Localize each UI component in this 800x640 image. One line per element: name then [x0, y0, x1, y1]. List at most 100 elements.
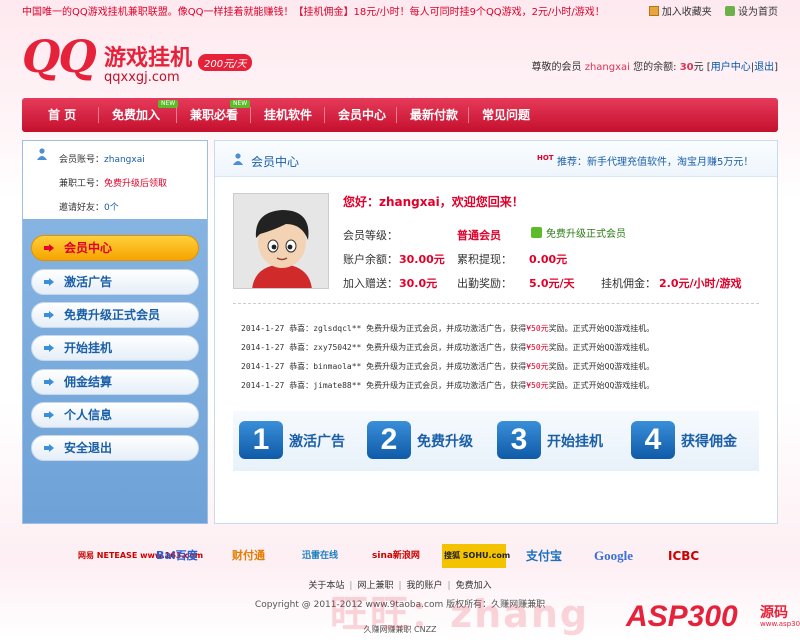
log-user: zxy75042** — [313, 343, 362, 352]
nav-divider — [176, 107, 177, 123]
hot-badge: HOT — [537, 154, 554, 162]
sidebar-item-label: 佣金结算 — [64, 375, 113, 389]
balance-label: 账户余额： — [343, 253, 398, 266]
upgrade-icon — [531, 227, 542, 238]
invite-value[interactable]: 0个 — [104, 203, 119, 213]
person-icon — [233, 153, 243, 165]
favorite-icon — [648, 6, 659, 16]
step-label: 免费升级 — [417, 434, 473, 450]
job-id-value[interactable]: 免费升级后领取 — [104, 179, 167, 189]
nav-divider — [324, 107, 325, 123]
upgrade-link[interactable]: 免费升级正式会员 — [546, 225, 626, 240]
site-logo[interactable]: QQ 游戏挂机 200元/天 qqxxgj.com — [22, 32, 282, 92]
partner-sina-logo[interactable]: sina新浪网 — [372, 544, 420, 568]
arrow-right-icon — [44, 311, 54, 319]
user-center-link[interactable]: 用户中心 — [711, 62, 751, 73]
nav-item-join[interactable]: 免费加入 — [112, 98, 160, 132]
invite-row: 邀请好友：0个 — [59, 200, 119, 213]
nav-divider — [98, 107, 99, 123]
log-text-end: 奖励。正式开始QQ游戏挂机。 — [548, 324, 655, 333]
job-id-label: 兼职工号： — [59, 179, 105, 189]
arrow-right-icon — [44, 378, 54, 386]
add-favorite-label: 加入收藏夹 — [661, 7, 712, 18]
sidebar-item-member-center[interactable]: 会员中心 — [31, 235, 199, 261]
arrow-right-icon — [44, 278, 54, 286]
panel-title: 会员中心 — [251, 155, 300, 169]
nav-divider — [468, 107, 469, 123]
nav-item-member-center[interactable]: 会员中心 — [338, 98, 386, 132]
sidebar-account-info: 会员账号：zhangxai 兼职工号：免费升级后领取 邀请好友：0个 — [23, 141, 207, 219]
new-badge: NEW — [230, 100, 251, 108]
log-text-end: 奖励。正式开始QQ游戏挂机。 — [548, 362, 655, 371]
header-balance: 30 — [679, 62, 694, 73]
logo-name: 游戏挂机 — [104, 46, 193, 71]
set-homepage-link[interactable]: 设为首页 — [725, 6, 778, 18]
nav-item-home[interactable]: 首 页 — [48, 98, 76, 132]
log-amount: ¥50元 — [526, 324, 549, 333]
sidebar-item-label: 激活广告 — [64, 275, 113, 289]
log-date: 2014-1-27 — [241, 381, 285, 390]
step-number: 2 — [367, 421, 411, 459]
sidebar-item-commission[interactable]: 佣金结算 — [31, 369, 199, 395]
sidebar-item-label: 开始挂机 — [64, 341, 113, 355]
watermark: 旺旺：zhang — [330, 592, 590, 636]
log-user: binmaola** — [313, 362, 362, 371]
log-entry: 2014-1-27 恭喜：zglsdqcl** 免费升级为正式会员，并成功激活广… — [241, 323, 654, 334]
log-text: 免费升级为正式会员，并成功激活广告，获得 — [361, 362, 527, 371]
step-number: 1 — [239, 421, 283, 459]
account-row: 会员账号：zhangxai — [59, 152, 145, 165]
arrow-right-icon — [44, 411, 54, 419]
log-date: 2014-1-27 — [241, 343, 285, 352]
panel-header: 会员中心 HOT 推荐：新手代理充值软件，淘宝月赚5万元！ — [215, 141, 777, 177]
log-entry: 2014-1-27 恭喜：binmaola** 免费升级为正式会员，并成功激活广… — [241, 361, 654, 372]
nav-item-latest-payments[interactable]: 最新付款 — [410, 98, 458, 132]
dashed-divider — [233, 303, 759, 304]
nav-divider — [396, 107, 397, 123]
commission-label: 挂机佣金： — [601, 277, 656, 290]
job-id-row: 兼职工号：免费升级后领取 — [59, 176, 167, 189]
log-amount: ¥50元 — [526, 362, 549, 371]
log-prefix: 恭喜： — [289, 343, 314, 352]
arrow-right-icon — [44, 244, 54, 252]
attendance-value: 5.0元/天 — [529, 277, 575, 290]
log-user: zglsdqcl** — [313, 324, 362, 333]
recommend-link[interactable]: 推荐：新手代理充值软件，淘宝月赚5万元！ — [557, 153, 753, 168]
partner-baidu-logo[interactable]: Bai百度 — [156, 544, 198, 568]
sidebar-item-start-hanging[interactable]: 开始挂机 — [31, 335, 199, 361]
level-label: 会员等级： — [343, 229, 398, 242]
greeting-prefix: 尊敬的会员 — [531, 62, 582, 73]
balance-value: 30.00元 — [399, 253, 445, 266]
logout-link[interactable]: 退出 — [754, 62, 774, 73]
nav-divider — [250, 107, 251, 123]
partner-alipay-logo[interactable]: 支付宝 — [526, 544, 562, 568]
log-date: 2014-1-27 — [241, 324, 285, 333]
partner-xunlei-logo[interactable]: 迅雷在线 — [302, 544, 338, 568]
sidebar-item-upgrade[interactable]: 免费升级正式会员 — [31, 302, 199, 328]
top-notice-bar: 中国唯一的QQ游戏挂机兼职联盟。像QQ一样挂着就能赚钱！【挂机佣金】18元/小时… — [0, 0, 800, 18]
arrow-right-icon — [44, 444, 54, 452]
sidebar-item-activate-ads[interactable]: 激活广告 — [31, 269, 199, 295]
partner-icbc-logo[interactable]: ICBC — [668, 544, 699, 568]
sidebar-item-label: 会员中心 — [64, 241, 113, 255]
sidebar-item-label: 免费升级正式会员 — [64, 308, 161, 322]
logo-price-badge: 200元/天 — [198, 54, 253, 71]
top-links: 加入收藏夹 设为首页 — [639, 3, 778, 18]
nav-item-software[interactable]: 挂机软件 — [264, 98, 312, 132]
asp300-domain: www.asp300.com — [760, 620, 800, 628]
sidebar-item-profile[interactable]: 个人信息 — [31, 402, 199, 428]
partner-sohu-logo[interactable]: 搜狐 SOHU.com — [442, 544, 510, 568]
person-icon — [37, 148, 47, 160]
add-favorite-link[interactable]: 加入收藏夹 — [648, 6, 712, 18]
sidebar-item-logout[interactable]: 安全退出 — [31, 435, 199, 461]
steps-banner: 1 激活广告 2 免费升级 3 开始挂机 4 获得佣金 — [233, 411, 759, 471]
sidebar-item-label: 安全退出 — [64, 441, 113, 455]
partner-google-logo[interactable]: Google — [594, 544, 633, 568]
nav-item-faq[interactable]: 常见问题 — [482, 98, 530, 132]
partner-tenpay-logo[interactable]: 财付通 — [232, 544, 265, 568]
log-amount: ¥50元 — [526, 343, 549, 352]
header-user-info: 尊敬的会员 zhangxai 您的余额: 30元 [用户中心|退出] — [531, 62, 778, 73]
partner-logos: 网易 NETEASE www.163.com Bai百度 财付通 迅雷在线 si… — [0, 540, 800, 572]
header-username: zhangxai — [584, 62, 630, 73]
log-text: 免费升级为正式会员，并成功激活广告，获得 — [361, 343, 527, 352]
member-center-panel: 会员中心 HOT 推荐：新手代理充值软件，淘宝月赚5万元！ 您好：zhangxa… — [214, 140, 778, 524]
